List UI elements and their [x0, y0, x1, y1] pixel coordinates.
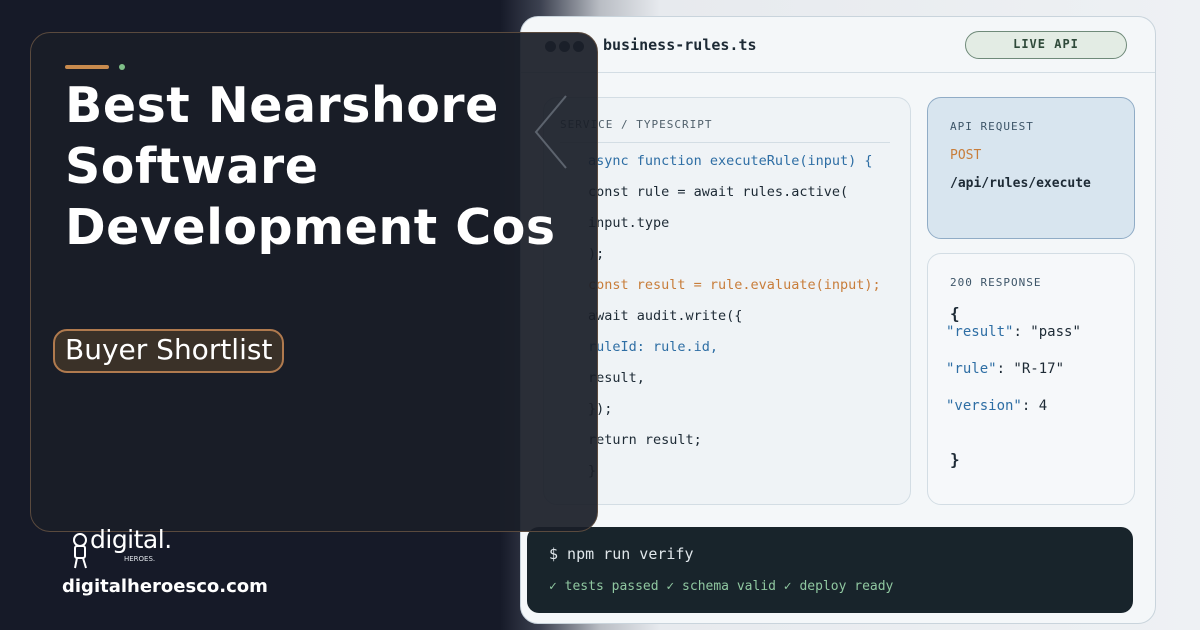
api-request-label: API REQUEST [950, 120, 1034, 133]
code-line: input.type [588, 215, 670, 231]
json-entry: "rule": "R-17" [946, 361, 1064, 377]
json-close-brace: } [950, 450, 960, 469]
json-key: "version" [946, 398, 1022, 414]
api-request-panel: API REQUEST POST /api/rules/execute [927, 97, 1135, 239]
json-entry: "result": "pass" [946, 324, 1081, 340]
code-editor-window: business-rules.ts LIVE API SERVICE / TYP… [520, 16, 1156, 624]
code-line-text: async function executeRule(input) { [588, 153, 873, 169]
json-key: "rule" [946, 361, 997, 377]
code-line: async function executeRule(input) { [588, 153, 872, 169]
live-api-badge: LIVE API [965, 31, 1127, 59]
api-method: POST [950, 148, 982, 163]
editor-filename: business-rules.ts [603, 36, 757, 54]
page-title: Best Nearshore Software Development Cos [65, 77, 556, 256]
json-value: : "pass" [1013, 324, 1081, 340]
website-link[interactable]: digitalheroesco.com [62, 576, 268, 597]
accent-dot [119, 64, 125, 70]
json-value: : "R-17" [996, 361, 1065, 377]
code-line: return result; [588, 432, 702, 448]
terminal-command: $ npm run verify [549, 545, 694, 563]
code-line: const result = rule.evaluate(input); [588, 277, 881, 293]
code-line: ruleId: rule.id, [588, 339, 719, 355]
api-path: /api/rules/execute [950, 176, 1091, 191]
accent-bar [65, 65, 109, 69]
json-key: "result" [946, 324, 1014, 340]
terminal-panel: $ npm run verify ✓ tests passed ✓ schema… [527, 527, 1133, 613]
api-response-panel: 200 RESPONSE { "result": "pass" "rule": … [927, 253, 1135, 505]
divider [560, 142, 890, 143]
response-label: 200 RESPONSE [950, 276, 1042, 289]
hero-card: Best Nearshore Software Development Cos … [30, 32, 598, 532]
shortlist-tag: Buyer Shortlist [53, 329, 285, 373]
brand-logo-text: digital. [90, 525, 172, 554]
code-line: const rule = await rules.active( [588, 184, 849, 200]
editor-header: business-rules.ts LIVE API [521, 17, 1155, 73]
chevron-left-icon [534, 95, 567, 169]
brand-logo-subtext: HEROES. [124, 555, 156, 563]
json-open-brace: { [950, 304, 960, 323]
json-entry: "version": 4 [946, 398, 1047, 414]
code-line: await audit.write({ [588, 308, 743, 324]
terminal-output: ✓ tests passed ✓ schema valid ✓ deploy r… [549, 579, 894, 594]
json-value: : 4 [1021, 398, 1048, 414]
